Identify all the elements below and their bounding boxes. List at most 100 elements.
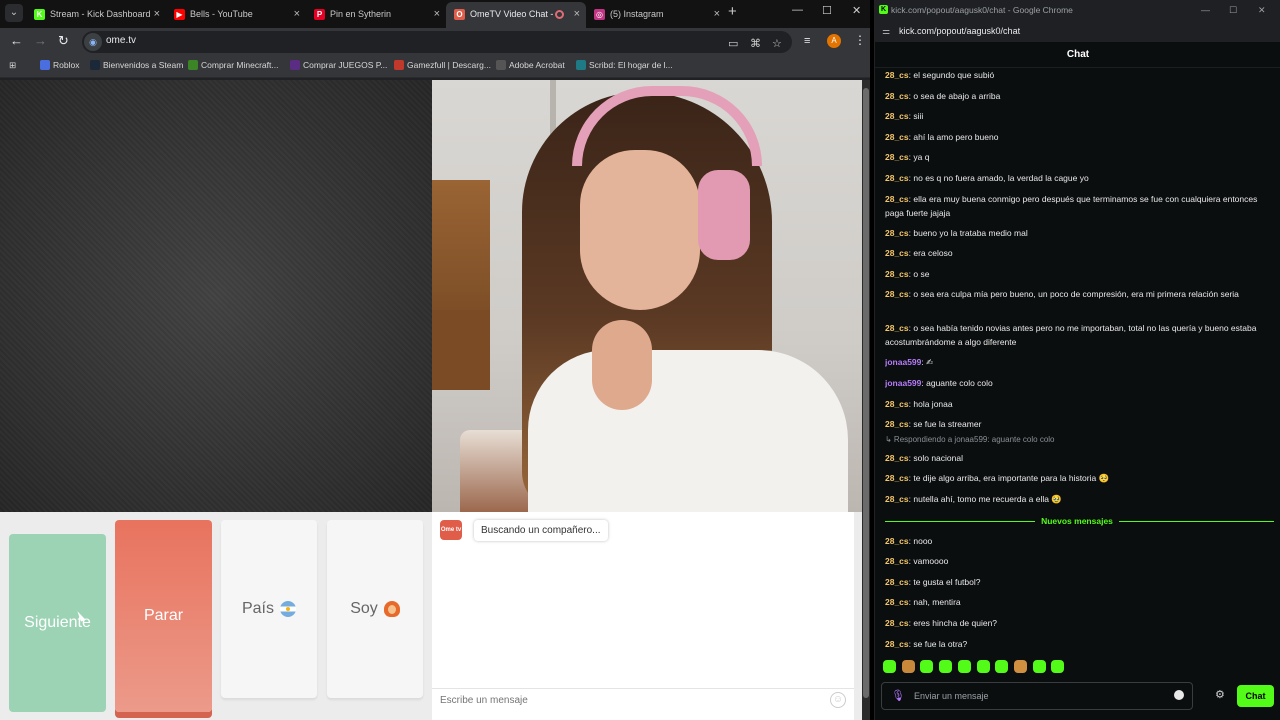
translate-icon[interactable]: ⌘ [750, 37, 761, 50]
chat-username[interactable]: 28_cs [885, 152, 909, 162]
send-chat-button[interactable]: Chat [1237, 685, 1274, 707]
gender-button[interactable]: Soy [327, 520, 423, 698]
chat-username[interactable]: 28_cs [885, 248, 909, 258]
country-button[interactable]: País [221, 520, 317, 698]
chat-username[interactable]: jonaa599 [885, 378, 921, 388]
new-tab-icon[interactable]: + [728, 3, 737, 20]
site-info-icon[interactable]: ◉ [84, 33, 102, 51]
close-window-icon[interactable]: ✕ [852, 4, 861, 17]
chat-message: 28_cs: nooo [885, 534, 1271, 548]
ometv-chat-panel: Ome tv Buscando un compañero... ☺ [432, 512, 854, 720]
chat-username[interactable]: 28_cs [885, 173, 909, 183]
browser-tab[interactable]: ◎ (5) Instagram × [586, 2, 726, 28]
chat-username[interactable]: jonaa599 [885, 357, 921, 367]
tab-search-icon[interactable]: ⌄ [5, 4, 23, 22]
popout-minimize-icon[interactable]: — [1201, 0, 1210, 20]
chat-message: 28_cs: nah, mentira [885, 595, 1271, 609]
chat-username[interactable]: 28_cs [885, 577, 909, 587]
bookmark-item[interactable]: Comprar Minecraft... [188, 60, 278, 70]
emote-icon[interactable] [901, 660, 915, 673]
cast-icon[interactable]: ▭ [728, 37, 738, 50]
browser-tab[interactable]: ▶ Bells - YouTube × [166, 2, 306, 28]
own-camera-feed [0, 80, 432, 512]
emote-icon[interactable] [939, 660, 953, 673]
chat-username[interactable]: 28_cs [885, 494, 909, 504]
close-tab-icon[interactable]: × [434, 2, 440, 26]
forward-icon[interactable]: → [34, 33, 47, 48]
apps-grid-icon[interactable]: ⊞ [9, 60, 16, 71]
next-button[interactable]: Siguiente [9, 534, 106, 712]
chat-message-text: eres hincha de quien? [913, 618, 998, 628]
chat-username[interactable]: 28_cs [885, 639, 909, 649]
bookmark-item[interactable]: Gamezfull | Descarg... [394, 60, 491, 70]
chat-username[interactable]: 28_cs [885, 132, 909, 142]
chat-username[interactable]: 28_cs [885, 323, 909, 333]
emote-icon[interactable] [883, 660, 896, 673]
media-control-icon[interactable]: ≡ [804, 35, 810, 47]
bookmark-item[interactable]: Adobe Acrobat [496, 60, 565, 70]
minimize-icon[interactable]: — [792, 4, 803, 16]
emote-icon[interactable] [957, 660, 971, 673]
close-tab-icon[interactable]: × [154, 2, 160, 26]
stop-button[interactable]: Parar [115, 520, 212, 712]
status-bubble: Buscando un compañero... [474, 520, 608, 541]
chat-settings-icon[interactable]: ⚙ [1215, 688, 1225, 701]
chat-username[interactable]: 28_cs [885, 597, 909, 607]
page-scrollbar[interactable] [862, 80, 870, 720]
chat-message: 28_cs: te gusta el futbol? [885, 575, 1271, 589]
chat-username[interactable]: 28_cs [885, 70, 909, 80]
chat-username[interactable]: 28_cs [885, 194, 909, 204]
chat-message: 28_cs: ella era muy buena conmigo pero d… [885, 192, 1271, 220]
chat-username[interactable]: 28_cs [885, 453, 909, 463]
chat-username[interactable]: 28_cs [885, 556, 909, 566]
maximize-icon[interactable]: ☐ [822, 4, 832, 17]
browser-menu-icon[interactable]: ⋮ [854, 33, 866, 47]
chat-username[interactable]: 28_cs [885, 91, 909, 101]
chat-input[interactable]: 🎙 Enviar un mensaje [881, 682, 1193, 710]
chat-username[interactable]: 28_cs [885, 419, 909, 429]
chat-username[interactable]: 28_cs [885, 111, 909, 121]
chat-username[interactable]: 28_cs [885, 289, 909, 299]
chat-username[interactable]: 28_cs [885, 536, 909, 546]
chat-username[interactable]: 28_cs [885, 269, 909, 279]
close-tab-icon[interactable]: × [574, 2, 580, 26]
reload-icon[interactable]: ↻ [58, 33, 69, 49]
close-tab-icon[interactable]: × [294, 2, 300, 26]
emote-icon[interactable] [920, 660, 934, 673]
browser-tab[interactable]: K Stream - Kick Dashboard × [26, 2, 166, 28]
bookmark-star-icon[interactable]: ☆ [772, 37, 782, 50]
chat-username[interactable]: 28_cs [885, 618, 909, 628]
smile-icon[interactable]: ☺ [830, 692, 846, 708]
emote-icon[interactable] [976, 660, 990, 673]
popout-maximize-icon[interactable]: ☐ [1229, 0, 1237, 20]
stop-button-label: Parar [143, 607, 184, 624]
ometv-message-input[interactable] [432, 688, 854, 712]
bookmark-item[interactable]: Bienvenidos a Steam [90, 60, 183, 70]
profile-avatar[interactable]: A [827, 34, 841, 48]
browser-tab[interactable]: P Pin en Sytherin × [306, 2, 446, 28]
back-icon[interactable]: ← [10, 33, 23, 48]
reply-reference[interactable]: ↳ Respondiendo a jonaa599: aguante colo … [885, 435, 1055, 444]
emote-icon[interactable] [1051, 660, 1065, 673]
browser-tab[interactable]: O OmeTV Video Chat - × [446, 2, 586, 28]
chat-username[interactable]: 28_cs [885, 399, 909, 409]
address-url[interactable]: ome.tv [106, 35, 136, 46]
chat-message-text: o sea era culpa mía pero bueno, un poco … [913, 289, 1239, 300]
bookmark-item[interactable]: Scribd: El hogar de l... [576, 60, 673, 70]
address-bar[interactable]: ◉ ome.tv ▭ ⌘ ☆ [82, 31, 792, 53]
bookmark-item[interactable]: Comprar JUEGOS P... [290, 60, 387, 70]
emote-icon[interactable] [1013, 660, 1027, 673]
emote-icon[interactable] [995, 660, 1009, 673]
popout-window-title: kick.com/popout/aagusk0/chat - Google Ch… [891, 5, 1073, 15]
close-tab-icon[interactable]: × [714, 2, 720, 26]
popout-close-icon[interactable]: ✕ [1258, 0, 1266, 20]
chat-username[interactable]: 28_cs [885, 228, 909, 238]
bookmark-item[interactable]: Roblox [40, 60, 79, 70]
chat-message: 28_cs: o sea era culpa mía pero bueno, u… [885, 287, 1271, 301]
scrollbar-thumb[interactable] [863, 88, 869, 698]
chat-username[interactable]: 28_cs [885, 473, 909, 483]
microphone-icon[interactable]: 🎙 [891, 689, 905, 702]
emoji-picker-icon[interactable] [1174, 690, 1184, 700]
site-settings-icon[interactable]: ⚌ [882, 20, 890, 42]
emote-icon[interactable] [1032, 660, 1046, 673]
